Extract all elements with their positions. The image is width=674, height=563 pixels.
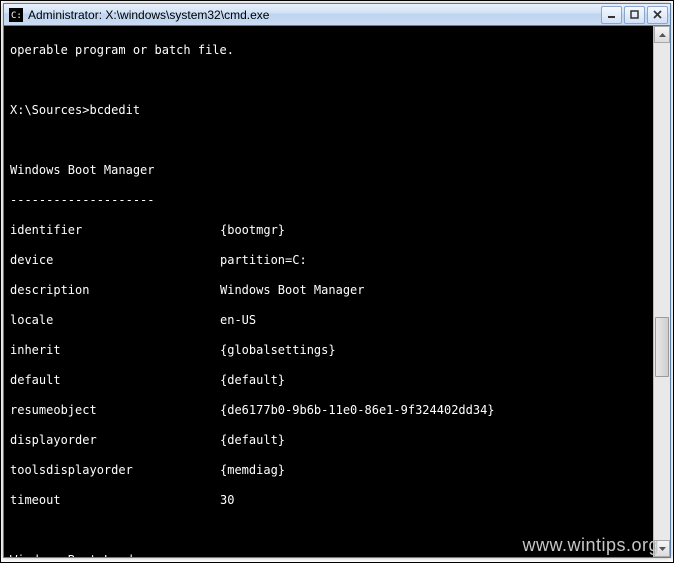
scrollbar-track[interactable] (654, 43, 670, 540)
kv-row: identifier{bootmgr} (10, 223, 664, 238)
cmd-window: C: Administrator: X:\windows\system32\cm… (3, 3, 671, 558)
svg-text:C:: C: (11, 11, 22, 21)
kv-row: timeout30 (10, 493, 664, 508)
window-title: Administrator: X:\windows\system32\cmd.e… (28, 8, 601, 22)
kv-row: toolsdisplayorder{memdiag} (10, 463, 664, 478)
kv-row: localeen-US (10, 313, 664, 328)
kv-row: devicepartition=C: (10, 253, 664, 268)
scroll-up-button[interactable] (654, 26, 670, 43)
scroll-down-button[interactable] (654, 540, 670, 557)
terminal-output[interactable]: operable program or batch file. X:\Sourc… (4, 26, 670, 557)
command-text: bcdedit (89, 103, 140, 117)
prompt-line: X:\Sources>bcdedit (10, 103, 664, 118)
close-button[interactable] (647, 6, 668, 24)
window-controls (601, 6, 668, 24)
minimize-button[interactable] (601, 6, 622, 24)
kv-row: descriptionWindows Boot Manager (10, 283, 664, 298)
titlebar[interactable]: C: Administrator: X:\windows\system32\cm… (4, 4, 670, 26)
scrollbar-thumb[interactable] (655, 317, 669, 377)
app-icon: C: (8, 7, 24, 23)
prompt-path: X:\Sources> (10, 103, 89, 117)
kv-row: resumeobject{de6177b0-9b6b-11e0-86e1-9f3… (10, 403, 664, 418)
section-heading: Windows Boot Manager (10, 163, 664, 178)
maximize-button[interactable] (624, 6, 645, 24)
output-line: operable program or batch file. (10, 43, 664, 58)
kv-row: inherit{globalsettings} (10, 343, 664, 358)
kv-row: default{default} (10, 373, 664, 388)
kv-row: displayorder{default} (10, 433, 664, 448)
vertical-scrollbar[interactable] (653, 26, 670, 557)
divider-line: -------------------- (10, 193, 664, 208)
section-heading: Windows Boot Loader (10, 553, 664, 557)
